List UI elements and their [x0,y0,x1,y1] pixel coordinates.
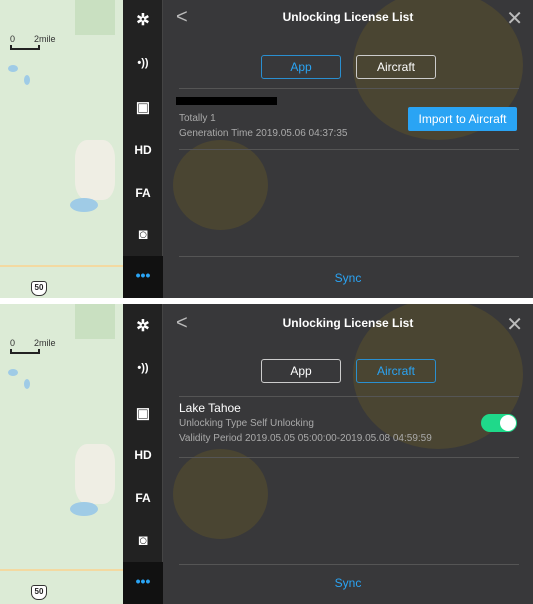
unlocking-type: Unlocking Type Self Unlocking [179,418,314,429]
aircraft-license-panel: 0 2mile 50 ✲ •)) ▣ HD FA ◙ ••• < Unlockin… [0,304,533,604]
scale-label: 2mile [34,338,56,348]
map[interactable]: 0 2mile 50 [0,304,123,604]
hd-icon[interactable]: HD [123,143,163,157]
app-license-panel: 0 2mile 50 ✲ •)) ▣ HD FA ◙ ••• < Unlockin… [0,0,533,298]
divider [179,88,519,89]
close-icon[interactable]: ✕ [506,6,523,31]
scale-zero: 0 [10,338,16,348]
more-icon[interactable]: ••• [123,256,163,298]
dialog-title: Unlocking License List [282,316,414,330]
total-count: Totally 1 [179,113,216,124]
aircraft-icon[interactable]: ✲ [123,316,163,336]
license-enable-toggle[interactable] [481,414,517,432]
license-dialog: < Unlocking License List ✕ App Aircraft … [163,0,533,298]
map-scale: 0 2mile [10,34,56,50]
sidebar: ✲ •)) ▣ HD FA ◙ ••• [123,0,163,298]
import-to-aircraft-button[interactable]: Import to Aircraft [408,107,517,131]
generation-time: Generation Time 2019.05.06 04:37:35 [179,128,348,139]
fa-icon[interactable]: FA [123,186,163,200]
sync-button[interactable]: Sync [163,576,533,590]
sync-button[interactable]: Sync [163,271,533,285]
redacted-license-id [176,97,277,105]
route-shield: 50 [31,585,47,600]
camera-icon[interactable]: ◙ [123,226,163,243]
license-dialog: < Unlocking License List ✕ App Aircraft … [163,304,533,604]
validity-period: Validity Period 2019.05.05 05:00:00-2019… [179,433,432,444]
license-name: Lake Tahoe [179,401,241,415]
aircraft-icon[interactable]: ✲ [123,10,163,30]
dialog-title: Unlocking License List [282,10,414,24]
signal-icon[interactable]: •)) [123,362,163,374]
camera-icon[interactable]: ◙ [123,532,163,549]
fa-icon[interactable]: FA [123,491,163,505]
signal-icon[interactable]: •)) [123,57,163,69]
more-icon[interactable]: ••• [123,562,163,604]
close-icon[interactable]: ✕ [506,312,523,337]
scale-zero: 0 [10,34,16,44]
divider [179,457,519,458]
divider [179,564,519,565]
sidebar: ✲ •)) ▣ HD FA ◙ ••• [123,304,163,604]
remote-controller-icon[interactable]: ▣ [123,404,163,422]
divider [179,396,519,397]
tab-app[interactable]: App [261,359,341,383]
divider [179,256,519,257]
tab-app[interactable]: App [261,55,341,79]
divider [179,149,519,150]
tab-aircraft[interactable]: Aircraft [356,359,436,383]
map-scale: 0 2mile [10,338,56,354]
tab-aircraft[interactable]: Aircraft [356,55,436,79]
hd-icon[interactable]: HD [123,448,163,462]
scale-label: 2mile [34,34,56,44]
remote-controller-icon[interactable]: ▣ [123,98,163,116]
map[interactable]: 0 2mile 50 [0,0,123,298]
route-shield: 50 [31,281,47,296]
